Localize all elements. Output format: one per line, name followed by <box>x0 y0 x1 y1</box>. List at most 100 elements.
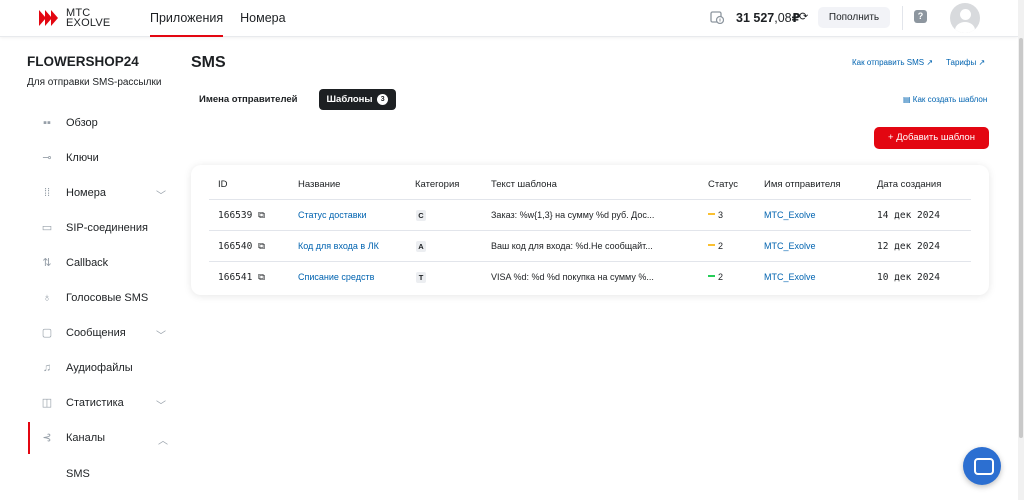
row-template-text: VISA %d: %d %d покупка на сумму %... <box>491 272 654 282</box>
top-nav: Приложения Номера <box>150 0 303 37</box>
sidebar-item-label: Обзор <box>66 117 98 129</box>
company-name: FLOWERSHOP24 <box>27 54 139 69</box>
message-icon: ▢ <box>41 327 53 339</box>
row-id: 166540 ⧉ <box>218 241 265 252</box>
sidebar-item-label: Callback <box>66 257 109 269</box>
row-id: 166541 ⧉ <box>218 272 265 283</box>
sidebar-item-label: SIP-соединения <box>66 222 148 234</box>
category-badge: А <box>416 241 426 252</box>
sidebar-item-numbers[interactable]: ⁞⁞ Номера ﹀ <box>28 181 178 205</box>
row-name-link[interactable]: Статус доставки <box>298 210 366 220</box>
avatar[interactable] <box>950 3 980 33</box>
sidebar-item-channels[interactable]: ⊰ Каналы ︿ <box>28 422 178 454</box>
tab-label: Шаблоны <box>326 94 373 105</box>
copy-icon[interactable]: ⧉ <box>258 241 265 252</box>
chevron-down-icon[interactable]: ﹀ <box>156 327 166 342</box>
row-id: 166539 ⧉ <box>218 210 265 221</box>
row-template-text: Ваш код для входа: %d.Не сообщайт... <box>491 241 653 251</box>
balance-kopecks: ,08 <box>774 11 792 25</box>
row-sender-link[interactable]: MTC_Exolve <box>764 210 816 220</box>
link-label: Как создать шаблон <box>912 95 988 104</box>
row-name-link[interactable]: Списание средств <box>298 272 374 282</box>
wallet-icon <box>710 11 724 24</box>
sidebar-item-label: Сообщения <box>66 327 126 339</box>
row-date: 14 дек 2024 <box>877 210 940 221</box>
tab-count-badge: 3 <box>377 94 389 105</box>
button-label: Добавить шаблон <box>896 132 975 143</box>
row-sender-link[interactable]: MTC_Exolve <box>764 272 816 282</box>
link-label: Тарифы <box>946 58 977 67</box>
sidebar-item-label: Номера <box>66 187 106 199</box>
sidebar-item-label: Статистика <box>66 397 124 409</box>
table-row[interactable]: 166541 ⧉ Списание средств Т VISA %d: %d … <box>209 261 971 292</box>
brand-logo[interactable]: МТС EXOLVE <box>38 8 111 29</box>
column-header-sender: Имя отправителя <box>764 179 841 190</box>
category-badge: Т <box>416 272 426 283</box>
document-icon: ▤ <box>903 95 911 104</box>
row-status: 2 <box>708 241 723 251</box>
copy-icon[interactable]: ⧉ <box>258 210 265 221</box>
refresh-icon[interactable]: ⟳ <box>799 10 808 23</box>
sidebar-item-label: Аудиофайлы <box>66 362 133 374</box>
chevron-up-icon[interactable]: ︿ <box>158 432 168 447</box>
sidebar-item-sip[interactable]: ▭ SIP-соединения <box>28 216 178 240</box>
table-row[interactable]: 166539 ⧉ Статус доставки С Заказ: %w{1,3… <box>209 199 971 230</box>
topup-button[interactable]: Пополнить <box>818 7 890 28</box>
sidebar-item-voice-sms[interactable]: ♁ Голосовые SMS <box>28 286 178 310</box>
sidebar-subitem-sms[interactable]: SMS <box>66 468 90 480</box>
key-icon: ⊸ <box>42 152 52 164</box>
status-value: 2 <box>718 241 724 251</box>
dialpad-icon: ⁞⁞ <box>43 187 51 199</box>
sidebar-item-callback[interactable]: ⇅ Callback <box>28 251 178 275</box>
column-header-category: Категория <box>415 179 460 190</box>
nav-numbers[interactable]: Номера <box>240 0 285 37</box>
top-bar: МТС EXOLVE Приложения Номера 31 527,08₽ … <box>0 0 1018 37</box>
status-indicator <box>708 275 715 277</box>
table-row[interactable]: 166540 ⧉ Код для входа в ЛК А Ваш код дл… <box>209 230 971 261</box>
chat-support-button[interactable] <box>963 447 1001 485</box>
music-icon: ♫ <box>42 362 52 374</box>
sidebar-item-statistics[interactable]: ◫ Статистика ﹀ <box>28 391 178 415</box>
status-value: 2 <box>718 272 724 282</box>
templates-table: ID Название Категория Текст шаблона Стат… <box>191 165 989 295</box>
id-value: 166539 <box>218 210 253 221</box>
sidebar-item-messages[interactable]: ▢ Сообщения ﹀ <box>28 321 178 345</box>
channels-icon: ⊰ <box>42 432 52 444</box>
plus-icon: + <box>888 132 894 143</box>
category-badge: С <box>416 210 426 221</box>
sidebar-item-overview[interactable]: ▪▪ Обзор <box>28 111 178 135</box>
divider <box>902 6 903 30</box>
column-header-date: Дата создания <box>877 179 942 190</box>
row-template-text: Заказ: %w{1,3} на сумму %d руб. Дос... <box>491 210 655 220</box>
add-template-button[interactable]: + Добавить шаблон <box>874 127 989 149</box>
tab-sender-names[interactable]: Имена отправителей <box>191 89 306 110</box>
microphone-icon: ♁ <box>42 292 52 304</box>
column-header-id: ID <box>218 179 228 190</box>
page-scrollbar[interactable] <box>1018 0 1024 500</box>
sidebar-item-label: Ключи <box>66 152 99 164</box>
help-icon[interactable]: ? <box>914 10 927 23</box>
brand-line-2: EXOLVE <box>66 17 111 29</box>
nav-apps[interactable]: Приложения <box>150 0 224 37</box>
tab-label: Имена отправителей <box>199 94 298 105</box>
grid-icon: ▪▪ <box>43 117 51 129</box>
tab-templates[interactable]: Шаблоны 3 <box>318 89 397 110</box>
link-how-create-template[interactable]: ▤ Как создать шаблон <box>903 95 987 104</box>
id-value: 166541 <box>218 272 253 283</box>
company-description: Для отправки SMS-рассылки <box>27 77 162 88</box>
sidebar: FLOWERSHOP24 Для отправки SMS-рассылки ▪… <box>0 38 178 500</box>
link-label: Как отправить SMS <box>852 58 925 67</box>
row-name-link[interactable]: Код для входа в ЛК <box>298 241 379 251</box>
chevron-down-icon[interactable]: ﹀ <box>156 187 166 202</box>
sidebar-item-audio[interactable]: ♫ Аудиофайлы <box>28 356 178 380</box>
link-tariffs[interactable]: Тарифы ↗ <box>946 58 985 67</box>
copy-icon[interactable]: ⧉ <box>258 272 265 283</box>
id-value: 166540 <box>218 241 253 252</box>
chevron-down-icon[interactable]: ﹀ <box>156 397 166 412</box>
row-sender-link[interactable]: MTC_Exolve <box>764 241 816 251</box>
row-status: 3 <box>708 210 723 220</box>
link-how-send-sms[interactable]: Как отправить SMS ↗ <box>852 58 933 67</box>
arrow-up-right-icon: ↗ <box>926 58 934 67</box>
status-value: 3 <box>718 210 724 220</box>
sidebar-item-keys[interactable]: ⊸ Ключи <box>28 146 178 170</box>
